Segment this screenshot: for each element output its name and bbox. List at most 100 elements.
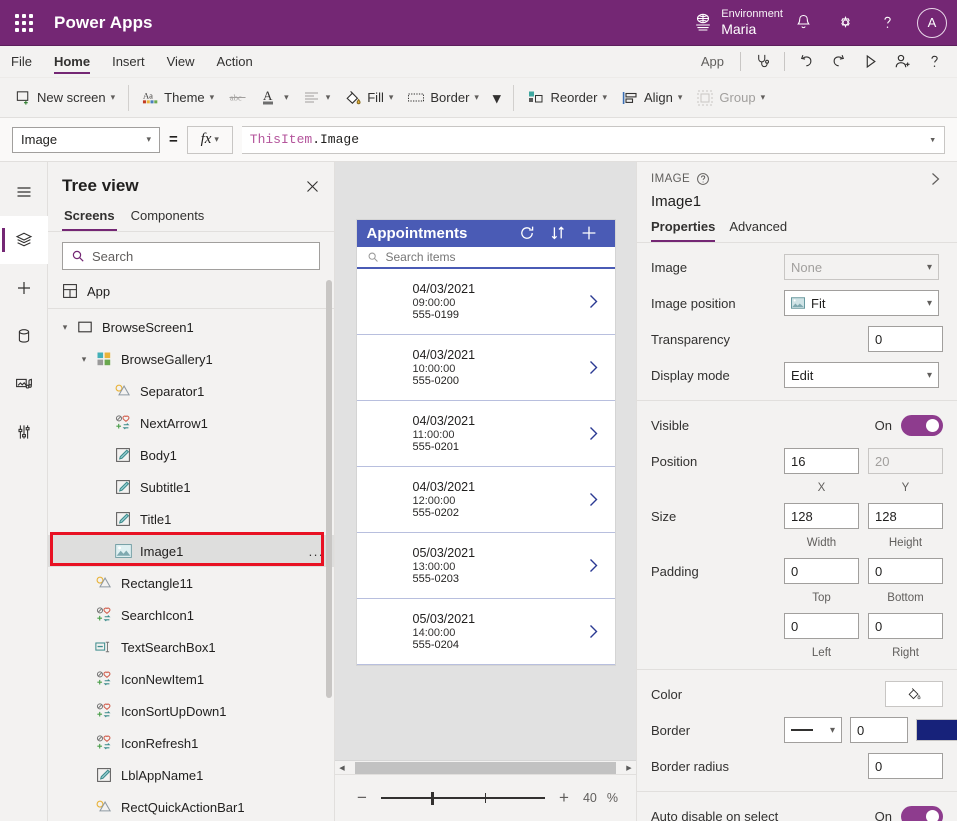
tree-node-rectangle11[interactable]: Rectangle11	[48, 567, 334, 599]
next-arrow-icon[interactable]	[586, 557, 601, 574]
scroll-right-icon[interactable]: ▶	[622, 764, 636, 772]
reorder-button[interactable]: Reorder ▾	[520, 83, 614, 113]
scrollbar-thumb[interactable]	[355, 762, 616, 774]
chevron-down-icon[interactable]: ▾	[56, 322, 74, 333]
tree-node-body1[interactable]: Body1	[48, 439, 334, 471]
tree-node-list[interactable]: ▾BrowseScreen1▾BrowseGallery1Separator1N…	[48, 309, 334, 821]
border-color-chip[interactable]	[916, 719, 957, 741]
menu-item-file[interactable]: File	[0, 46, 43, 77]
tree-node-lblappname1[interactable]: LblAppName1	[48, 759, 334, 791]
property-select[interactable]: Image ▾	[12, 127, 160, 153]
padding-bottom-input[interactable]: 0	[868, 558, 943, 584]
align-button[interactable]: Align ▾	[614, 83, 689, 113]
tree-node-browsescreen1[interactable]: ▾BrowseScreen1	[48, 311, 334, 343]
tree-node-title1[interactable]: Title1	[48, 503, 334, 535]
tab-properties[interactable]: Properties	[651, 219, 715, 242]
image-position-select[interactable]: Fit ▾	[784, 290, 939, 316]
tab-screens[interactable]: Screens	[62, 204, 117, 231]
fx-button[interactable]: fx ▾	[187, 126, 233, 154]
waffle-icon[interactable]	[0, 14, 48, 32]
advanced-tools-icon[interactable]	[0, 408, 48, 456]
display-mode-select[interactable]: Edit ▾	[784, 362, 939, 388]
formula-input[interactable]: ThisItem.Image ▾	[242, 126, 945, 154]
gallery-item[interactable]: 04/03/202110:00:00555-0200	[357, 335, 615, 401]
border-radius-input[interactable]: 0	[868, 753, 943, 779]
menu-item-view[interactable]: View	[156, 46, 206, 77]
size-width-input[interactable]: 128	[784, 503, 859, 529]
color-fill-button[interactable]	[885, 681, 943, 707]
help-question-icon[interactable]	[867, 0, 907, 46]
theme-button[interactable]: Aa Theme ▾	[135, 83, 221, 113]
tree-node-app[interactable]: App	[48, 278, 334, 309]
tree-view-layers-icon[interactable]	[0, 216, 48, 264]
size-height-input[interactable]: 128	[868, 503, 943, 529]
redo-icon[interactable]	[823, 46, 854, 78]
gallery-item[interactable]: 04/03/202111:00:00555-0201	[357, 401, 615, 467]
tab-components[interactable]: Components	[129, 204, 207, 231]
app-brand-title[interactable]: Power Apps	[54, 13, 153, 33]
hamburger-menu-icon[interactable]	[0, 168, 48, 216]
tree-node-iconnewitem1[interactable]: IconNewItem1	[48, 663, 334, 695]
help-question-icon[interactable]	[696, 172, 710, 186]
zoom-in-button[interactable]: +	[555, 788, 573, 808]
visible-toggle[interactable]	[901, 415, 943, 436]
new-plus-icon[interactable]	[574, 224, 605, 242]
undo-icon[interactable]	[791, 46, 822, 78]
tree-node-separator1[interactable]: Separator1	[48, 375, 334, 407]
close-icon[interactable]	[305, 179, 320, 194]
media-icon[interactable]	[0, 360, 48, 408]
environment-switcher[interactable]: Environment Maria	[693, 8, 783, 37]
next-arrow-icon[interactable]	[586, 491, 601, 508]
position-y-input[interactable]: 20	[868, 448, 943, 474]
border-thickness-input[interactable]: 0	[850, 717, 908, 743]
app-checker-icon[interactable]	[747, 46, 778, 78]
tree-node-nextarrow1[interactable]: NextArrow1	[48, 407, 334, 439]
border-style-select[interactable]: ▾	[784, 717, 842, 743]
tab-advanced[interactable]: Advanced	[729, 219, 787, 242]
scroll-left-icon[interactable]: ◀	[335, 764, 349, 772]
transparency-input[interactable]: 0	[868, 326, 943, 352]
next-arrow-icon[interactable]	[586, 359, 601, 376]
canvas-area[interactable]: Appointments	[335, 162, 636, 760]
gallery-item[interactable]: 05/03/202113:00:00555-0203	[357, 533, 615, 599]
padding-right-input[interactable]: 0	[868, 613, 943, 639]
chevron-down-icon[interactable]: ▾	[929, 133, 936, 147]
tree-node-iconsortupdown1[interactable]: IconSortUpDown1	[48, 695, 334, 727]
menu-item-home[interactable]: Home	[43, 46, 101, 77]
tree-node-iconrefresh1[interactable]: IconRefresh1	[48, 727, 334, 759]
zoom-out-button[interactable]: −	[353, 788, 371, 808]
settings-gear-icon[interactable]	[825, 0, 865, 46]
gallery-item[interactable]: 04/03/202109:00:00555-0199	[357, 269, 615, 335]
help-question-icon[interactable]	[919, 46, 950, 78]
app-preview-frame[interactable]: Appointments	[357, 220, 615, 665]
canvas-horizontal-scrollbar[interactable]: ◀ ▶	[335, 760, 636, 774]
app-menu-label[interactable]: App	[691, 54, 734, 69]
refresh-icon[interactable]	[512, 224, 543, 242]
tree-node-subtitle1[interactable]: Subtitle1	[48, 471, 334, 503]
tree-node-image1[interactable]: Image1...	[48, 535, 334, 567]
notifications-bell-icon[interactable]	[783, 0, 823, 46]
chevron-right-icon[interactable]	[927, 171, 943, 187]
app-gallery[interactable]: 04/03/202109:00:00555-019904/03/202110:0…	[357, 269, 615, 665]
menu-item-action[interactable]: Action	[206, 46, 264, 77]
sort-updown-icon[interactable]	[543, 224, 574, 242]
tree-scrollbar[interactable]	[326, 280, 332, 698]
ribbon-more-button[interactable]: ▾	[486, 83, 508, 113]
insert-plus-icon[interactable]	[0, 264, 48, 312]
border-button[interactable]: Border ▾	[400, 83, 486, 113]
fill-button[interactable]: Fill ▾	[337, 83, 400, 113]
padding-left-input[interactable]: 0	[784, 613, 859, 639]
data-cylinder-icon[interactable]	[0, 312, 48, 360]
tree-node-textsearchbox1[interactable]: TextSearchBox1	[48, 631, 334, 663]
zoom-slider[interactable]	[381, 790, 545, 806]
tree-search-box[interactable]	[62, 242, 320, 270]
next-arrow-icon[interactable]	[586, 623, 601, 640]
padding-top-input[interactable]: 0	[784, 558, 859, 584]
tree-node-rectquickactionbar1[interactable]: RectQuickActionBar1	[48, 791, 334, 821]
gallery-item[interactable]: 04/03/202112:00:00555-0202	[357, 467, 615, 533]
auto-disable-toggle[interactable]	[901, 806, 943, 821]
font-color-button[interactable]: A ▾	[254, 83, 296, 113]
gallery-item[interactable]: 05/03/202114:00:00555-0204	[357, 599, 615, 665]
app-search-box[interactable]: Search items	[357, 247, 615, 269]
new-screen-button[interactable]: New screen ▾	[8, 83, 122, 113]
